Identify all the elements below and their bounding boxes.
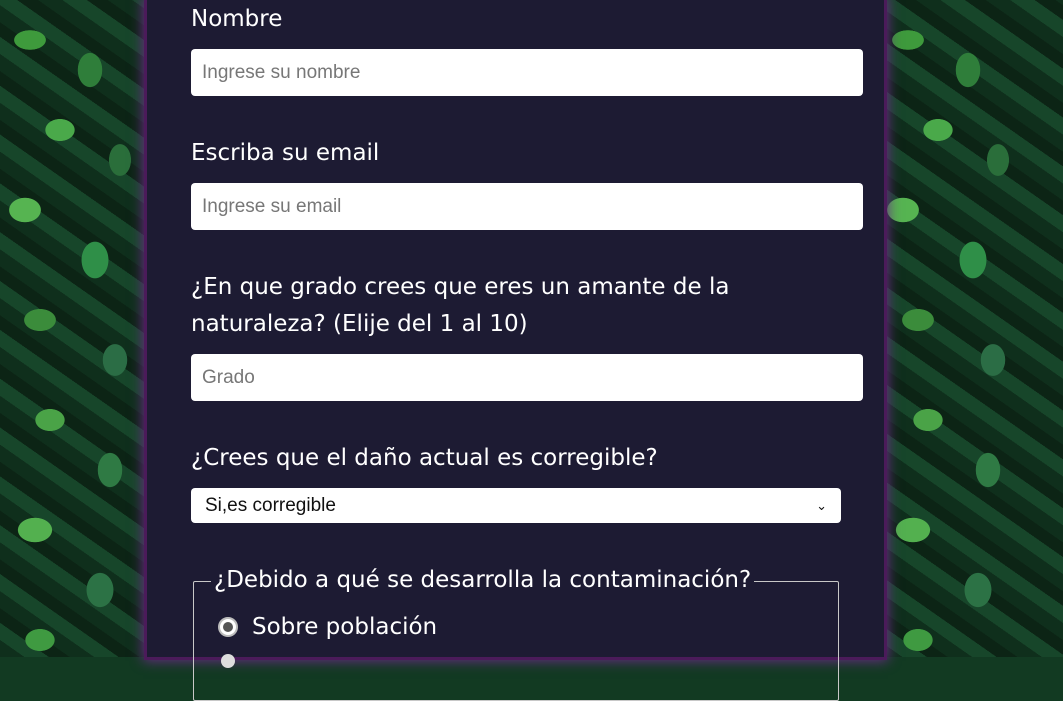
radio-button[interactable] [218, 617, 238, 637]
name-label: Nombre [191, 6, 283, 32]
damage-select[interactable]: Si,es corregible ⌄ [191, 488, 841, 523]
email-input[interactable] [191, 183, 863, 230]
chevron-down-icon: ⌄ [816, 497, 827, 513]
grade-label-line1: ¿En que grado crees que eres un amante d… [191, 274, 730, 300]
leaf-background-left [0, 0, 160, 657]
damage-label: ¿Crees que el daño actual es corregible? [191, 445, 658, 471]
name-input[interactable] [191, 49, 863, 96]
cause-option-sobre-poblacion[interactable]: Sobre población [218, 610, 437, 644]
email-label: Escriba su email [191, 140, 380, 166]
damage-select-value: Si,es corregible [205, 494, 336, 516]
grade-input[interactable] [191, 354, 863, 401]
grade-label-line2: naturaleza? (Elije del 1 al 10) [191, 311, 528, 337]
cause-option-label: Sobre población [252, 614, 438, 640]
radio-button-partial[interactable] [221, 654, 235, 668]
cause-legend: ¿Debido a qué se desarrolla la contamina… [211, 562, 755, 599]
leaf-background-right [878, 0, 1063, 657]
